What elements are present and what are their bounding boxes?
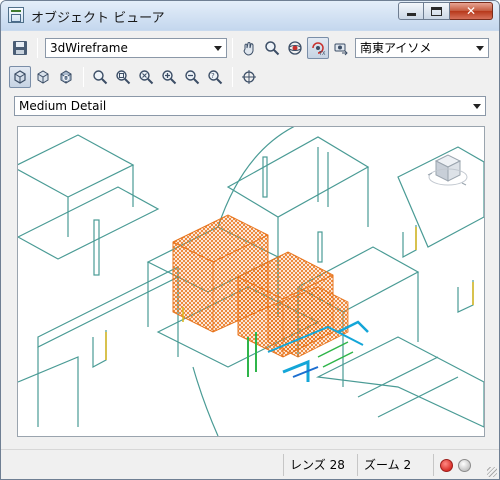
zoom-previous-icon: ? — [208, 70, 223, 85]
view-direction-value: 南東アイソメ — [360, 41, 432, 55]
toolbar-secondary: ? — [9, 64, 493, 90]
pan-hand-icon — [243, 42, 254, 56]
target-point-button[interactable] — [238, 66, 260, 88]
save-icon — [13, 41, 27, 55]
continuous-orbit-icon: TX — [312, 42, 326, 56]
zoom-extents-button[interactable] — [135, 66, 157, 88]
zoom-out-button[interactable] — [181, 66, 203, 88]
object-viewer-window: オブジェクト ビューア ✕ 3dWireframe TX 南東アイソメ ? Me… — [0, 0, 500, 480]
cube-solid-icon — [37, 70, 49, 84]
zoom-extents-icon — [139, 70, 154, 85]
camera-icon — [334, 43, 348, 56]
visual-style-select[interactable]: 3dWireframe — [45, 38, 227, 58]
orbit-icon — [288, 41, 302, 55]
chevron-down-icon — [209, 39, 226, 57]
caption-buttons: ✕ — [398, 2, 493, 20]
wireframe-scene — [18, 127, 484, 436]
camera-button[interactable] — [330, 37, 352, 59]
status-bar: レンズ 28 ズーム 2 — [1, 449, 499, 479]
magnifier-icon — [265, 41, 280, 56]
zoom-previous-button[interactable]: ? — [204, 66, 226, 88]
zoom-in-button[interactable] — [158, 66, 180, 88]
resize-grip-icon[interactable] — [487, 467, 497, 477]
chevron-down-icon — [468, 97, 485, 115]
zoom-in-icon — [162, 70, 177, 85]
zoom-status: ズーム 2 — [357, 454, 429, 476]
zoom-realtime-icon — [93, 70, 108, 85]
visual-style-toggle[interactable] — [55, 66, 77, 88]
lens-status: レンズ 28 — [283, 454, 351, 476]
toolbar-separator — [83, 67, 84, 87]
maximize-icon — [431, 7, 442, 16]
ucs-toggle[interactable] — [32, 66, 54, 88]
zoom-out-icon — [185, 70, 200, 85]
zoom-button[interactable] — [261, 37, 283, 59]
toolbar-separator — [37, 38, 38, 58]
zoom-window-button[interactable] — [112, 66, 134, 88]
visual-style-value: 3dWireframe — [50, 41, 128, 55]
crosshair-icon — [242, 70, 256, 84]
detail-level-value: Medium Detail — [19, 99, 107, 113]
cube-shaded-icon — [60, 70, 72, 84]
detail-level-select[interactable]: Medium Detail — [14, 96, 486, 116]
view-direction-select[interactable]: 南東アイソメ — [355, 38, 489, 58]
view-cube-toggle[interactable] — [9, 66, 31, 88]
red-status-icon[interactable] — [440, 459, 453, 472]
title-bar[interactable]: オブジェクト ビューア ✕ — [1, 1, 499, 30]
cube-outline-icon — [14, 70, 26, 84]
window-title: オブジェクト ビューア — [31, 11, 165, 26]
continuous-orbit-button[interactable]: TX — [307, 37, 329, 59]
status-indicators — [433, 454, 485, 476]
close-button[interactable]: ✕ — [450, 2, 493, 20]
pan-button[interactable] — [238, 37, 260, 59]
grey-status-icon[interactable] — [458, 459, 471, 472]
minimize-button[interactable] — [398, 2, 424, 20]
zoom-realtime-button[interactable] — [89, 66, 111, 88]
toolbar-primary: 3dWireframe TX 南東アイソメ — [9, 35, 493, 61]
app-icon — [8, 7, 24, 23]
close-icon: ✕ — [465, 4, 477, 18]
orbit-button[interactable] — [284, 37, 306, 59]
maximize-button[interactable] — [424, 2, 450, 20]
toolbar-separator — [232, 38, 233, 58]
toolbar-separator — [232, 67, 233, 87]
save-button[interactable] — [9, 37, 31, 59]
svg-text:TX: TX — [318, 51, 326, 56]
3d-viewport[interactable] — [17, 126, 485, 437]
minimize-icon — [407, 13, 416, 16]
svg-text:?: ? — [211, 72, 215, 80]
chevron-down-icon — [471, 39, 488, 57]
zoom-window-icon — [116, 70, 131, 85]
